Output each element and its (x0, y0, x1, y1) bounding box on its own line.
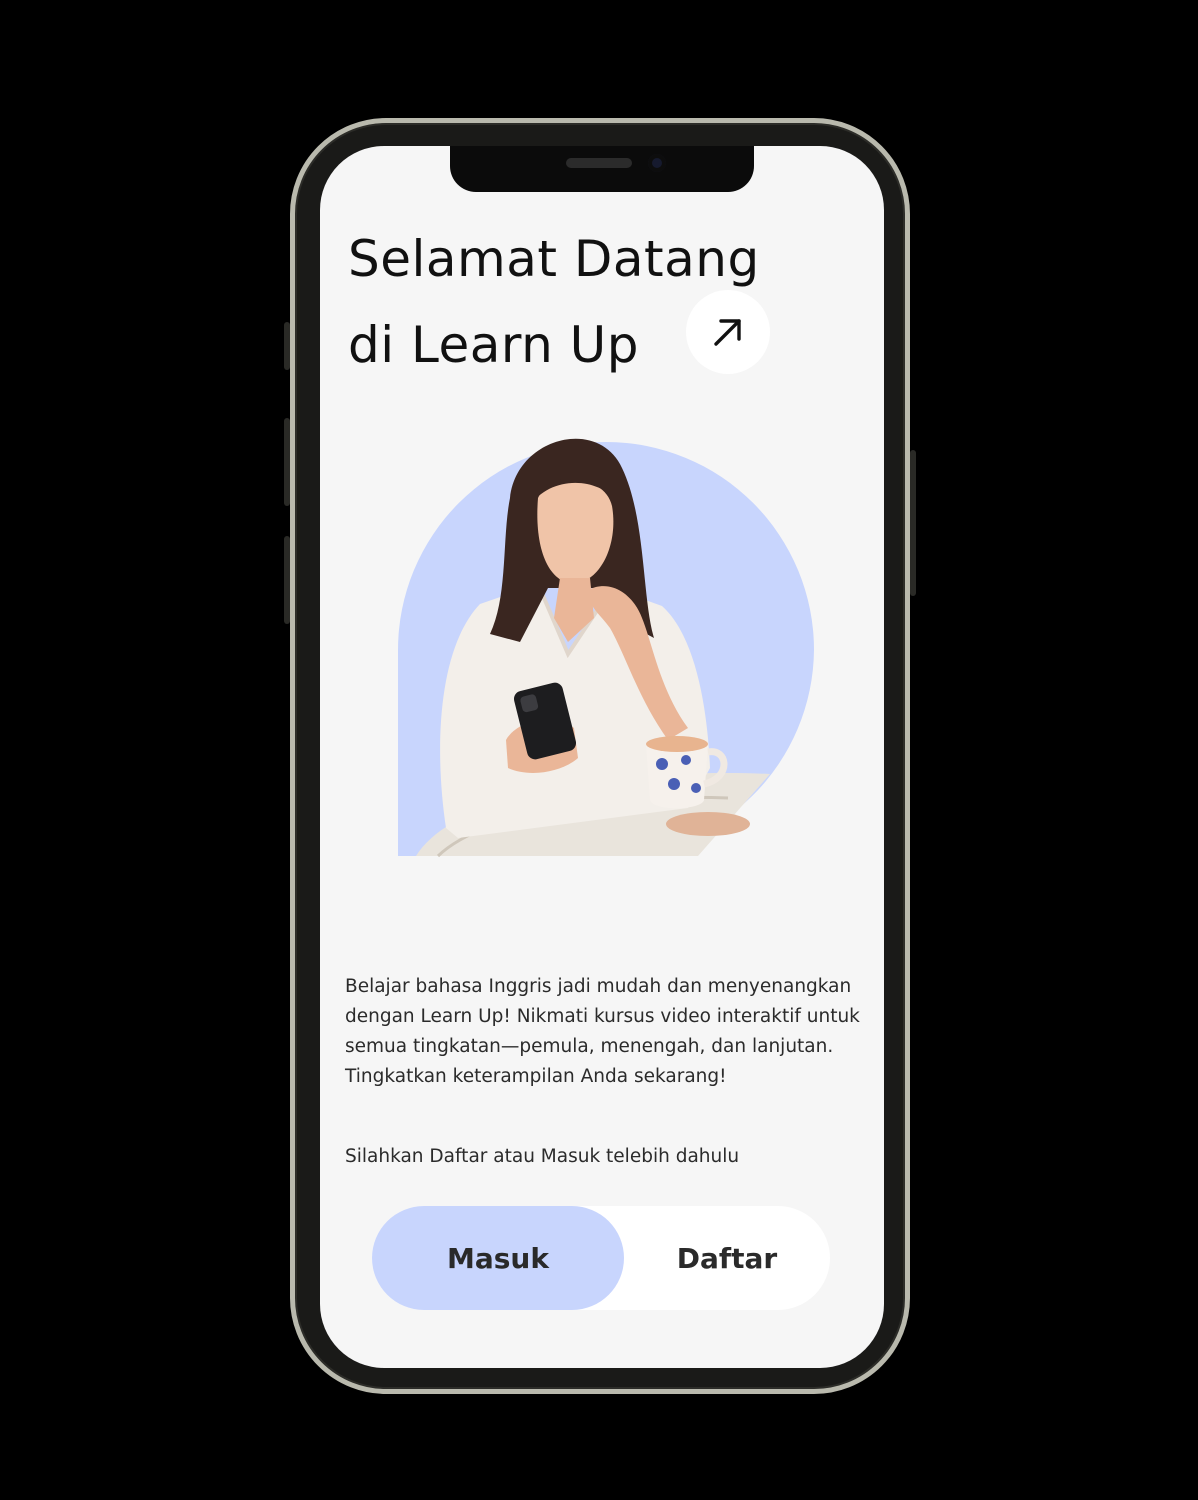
welcome-title-line1: Selamat Datang (348, 230, 760, 288)
speaker-grille (566, 158, 632, 168)
arrow-up-right-icon (714, 319, 741, 346)
hero-illustration (398, 438, 814, 858)
welcome-title-line2: di Learn Up (348, 316, 639, 374)
app-description: Belajar bahasa Inggris jadi mudah dan me… (345, 976, 860, 1087)
auth-prompt-text: Silahkan Daftar atau Masuk telebih dahul… (345, 1146, 740, 1167)
phone-screen: Selamat Datang di Learn Up Belajar bahas… (320, 146, 884, 1368)
auth-toggle: Masuk Daftar (372, 1206, 830, 1310)
register-button[interactable]: Daftar (624, 1206, 830, 1310)
welcome-title: Selamat Datang di Learn Up (348, 216, 868, 388)
continue-arrow-button[interactable] (686, 290, 770, 374)
login-button[interactable]: Masuk (372, 1206, 624, 1310)
stage: Selamat Datang di Learn Up Belajar bahas… (0, 0, 1198, 1500)
front-camera (648, 154, 666, 172)
phone-power-button (910, 450, 916, 596)
phone-notch (450, 146, 754, 192)
